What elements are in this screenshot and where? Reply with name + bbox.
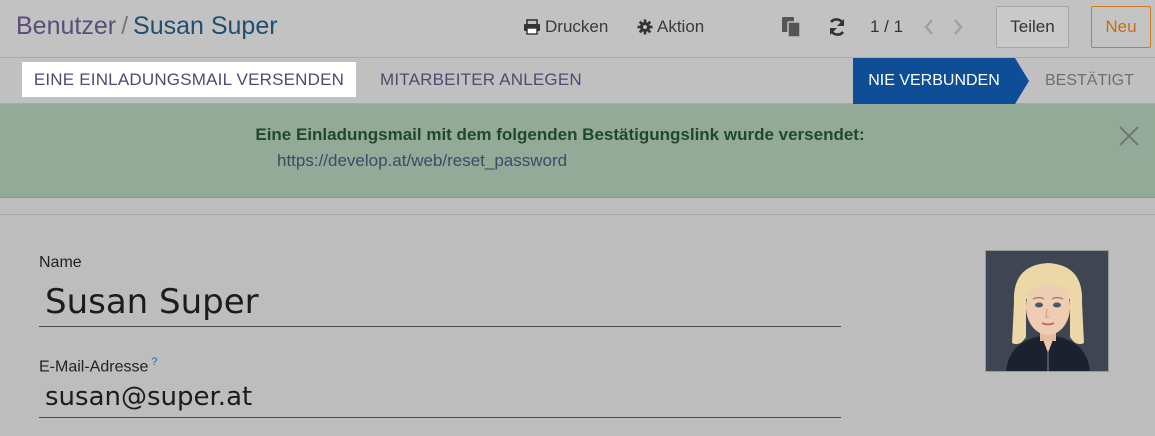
print-button[interactable]: Drucken <box>523 17 608 37</box>
new-button[interactable]: Neu <box>1091 6 1151 48</box>
close-icon[interactable] <box>1117 124 1141 148</box>
gear-icon <box>637 19 653 35</box>
control-panel: Benutzer / Susan Super Drucken Aktion 1 / … <box>0 0 1155 58</box>
reset-password-link[interactable]: https://develop.at/web/reset_password <box>277 151 567 171</box>
breadcrumb-separator: / <box>121 12 129 40</box>
name-label: Name <box>39 254 82 271</box>
send-invitation-button[interactable]: EINE EINLADUNGSMAIL VERSENDEN <box>22 62 356 97</box>
stage-never-connected[interactable]: NIE VERBUNDEN <box>853 58 1029 104</box>
action-label: Aktion <box>657 17 705 36</box>
email-help-icon[interactable]: ? <box>151 356 157 368</box>
breadcrumb: Benutzer / Susan Super <box>16 12 278 41</box>
invitation-alert: Eine Einladungsmail mit dem folgenden Be… <box>0 104 1155 198</box>
create-employee-button[interactable]: MITARBEITER ANLEGEN <box>380 62 582 97</box>
share-button[interactable]: Teilen <box>996 6 1069 48</box>
stage-label-never-connected: NIE VERBUNDEN <box>868 72 1000 89</box>
statusbar: EINE EINLADUNGSMAIL VERSENDEN MITARBEITE… <box>0 58 1155 104</box>
print-icon <box>523 19 541 35</box>
refresh-icon[interactable] <box>827 17 847 37</box>
chevron-left-icon[interactable] <box>920 15 938 39</box>
avatar[interactable] <box>985 250 1109 372</box>
email-label: E-Mail-Adresse? <box>39 356 157 376</box>
alert-title: Eine Einladungsmail mit dem folgenden Be… <box>255 125 865 144</box>
duplicate-icon[interactable] <box>781 16 801 38</box>
print-label: Drucken <box>545 17 609 36</box>
email-label-text: E-Mail-Adresse <box>39 358 149 376</box>
chevron-right-icon[interactable] <box>949 15 967 39</box>
breadcrumb-parent[interactable]: Benutzer <box>16 12 116 40</box>
action-button[interactable]: Aktion <box>637 17 704 37</box>
email-field[interactable]: susan@super.at <box>39 382 841 418</box>
stage-confirmed[interactable]: BESTÄTIGT <box>1045 72 1134 90</box>
pager-value[interactable]: 1 / 1 <box>870 17 903 37</box>
name-field[interactable]: Susan Super <box>39 282 841 327</box>
breadcrumb-current: Susan Super <box>133 12 278 40</box>
